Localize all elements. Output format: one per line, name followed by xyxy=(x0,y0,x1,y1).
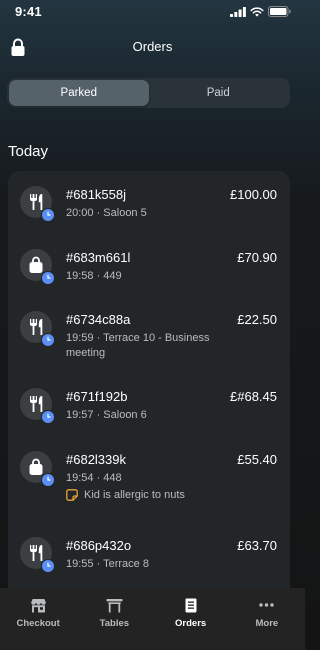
page-title: Orders xyxy=(132,39,173,54)
order-meta: 19:58 · 449 xyxy=(66,270,122,282)
order-amount: £100.00 xyxy=(230,187,277,202)
status-time: 9:41 xyxy=(15,4,42,19)
order-meta: 19:59 · Terrace 10 - Business meeting xyxy=(66,332,210,359)
sticky-note-icon xyxy=(66,489,78,501)
fork-knife-icon xyxy=(30,194,43,210)
order-meta: 20:00 · Saloon 5 xyxy=(66,207,147,219)
order-id: #686p432o xyxy=(66,538,132,553)
order-id: #681k558j xyxy=(66,187,126,202)
status-segmented-control: Parked Paid xyxy=(7,78,290,108)
tab-bar: Checkout Tables Orders More xyxy=(0,588,305,650)
clock-badge-icon xyxy=(41,333,55,347)
clock-badge-icon xyxy=(41,473,55,487)
clock-badge-icon xyxy=(41,208,55,222)
receipt-icon xyxy=(185,598,197,613)
fork-knife-icon xyxy=(30,396,43,412)
clock-badge-icon xyxy=(41,559,55,573)
tab-tables[interactable]: Tables xyxy=(76,588,152,650)
signal-icon xyxy=(230,6,246,17)
fork-knife-icon xyxy=(30,319,43,335)
tab-more[interactable]: More xyxy=(229,588,305,650)
order-id: #6734c88a xyxy=(66,312,131,327)
tab-orders[interactable]: Orders xyxy=(153,588,229,650)
tab-label: Checkout xyxy=(16,618,60,629)
shopping-bag-icon xyxy=(29,458,43,475)
clock-badge-icon xyxy=(41,271,55,285)
clock-badge-icon xyxy=(41,410,55,424)
nav-bar: Orders xyxy=(0,34,305,60)
order-amount: £63.70 xyxy=(237,538,277,553)
order-amount: £70.90 xyxy=(237,250,277,265)
order-meta: 19:55 · Terrace 8 xyxy=(66,558,149,570)
order-note: Kid is allergic to nuts xyxy=(66,489,185,501)
fork-knife-icon xyxy=(30,545,43,561)
segment-parked[interactable]: Parked xyxy=(9,80,149,106)
order-meta: 19:54 · 448 xyxy=(66,472,122,484)
tab-label: Tables xyxy=(99,618,130,629)
orders-list: #681k558j £100.00 20:00 · Saloon 5 #683m… xyxy=(8,171,290,601)
segment-paid[interactable]: Paid xyxy=(149,80,289,106)
status-icons xyxy=(230,6,291,17)
table-icon xyxy=(106,599,123,613)
order-id: #682l339k xyxy=(66,452,126,467)
status-bar: 9:41 xyxy=(0,0,305,22)
order-note-text: Kid is allergic to nuts xyxy=(84,489,185,501)
wifi-icon xyxy=(250,6,264,17)
order-amount: £#68.45 xyxy=(230,389,277,404)
order-id: #671f192b xyxy=(66,389,128,404)
tab-label: Orders xyxy=(175,618,207,629)
more-dots-icon xyxy=(259,603,275,607)
order-amount: £55.40 xyxy=(237,452,277,467)
storefront-icon xyxy=(30,599,47,613)
order-meta: 19:57 · Saloon 6 xyxy=(66,409,147,421)
section-title-today: Today xyxy=(8,143,49,160)
tab-checkout[interactable]: Checkout xyxy=(0,588,76,650)
order-id: #683m661l xyxy=(66,250,131,265)
battery-icon xyxy=(268,6,291,17)
order-amount: £22.50 xyxy=(237,312,277,327)
shopping-bag-icon xyxy=(29,256,43,273)
tab-label: More xyxy=(255,618,279,629)
